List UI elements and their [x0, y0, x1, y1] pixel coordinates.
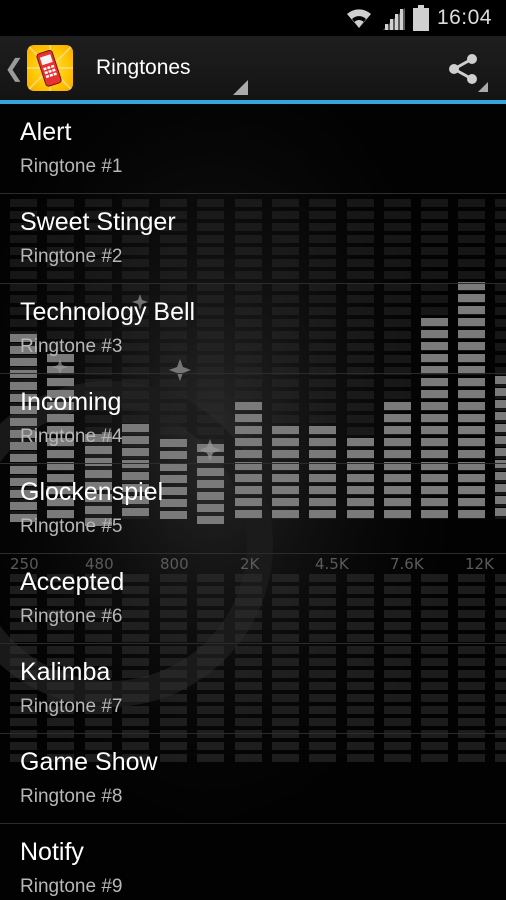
list-item[interactable]: Kalimba Ringtone #7: [0, 644, 506, 734]
phone-ringing-icon[interactable]: [27, 45, 73, 91]
spinner-indicator-icon[interactable]: [233, 80, 248, 95]
battery-icon: [412, 5, 429, 31]
ringtone-title: Game Show: [20, 748, 158, 776]
ringtone-subtitle: Ringtone #8: [20, 786, 123, 807]
list-item[interactable]: Sweet Stinger Ringtone #2: [0, 194, 506, 284]
ringtone-subtitle: Ringtone #4: [20, 426, 123, 447]
share-overflow-indicator-icon: [478, 82, 488, 92]
action-bar: ❮ Ringtones: [0, 36, 506, 100]
ringtone-subtitle: Ringtone #3: [20, 336, 123, 357]
list-item[interactable]: Technology Bell Ringtone #3: [0, 284, 506, 374]
list-item[interactable]: Game Show Ringtone #8: [0, 734, 506, 824]
page-title[interactable]: Ringtones: [96, 56, 191, 80]
status-time: 16:04: [436, 6, 492, 29]
ringtone-title: Notify: [20, 838, 84, 866]
ringtone-title: Sweet Stinger: [20, 208, 176, 236]
ringtone-subtitle: Ringtone #7: [20, 696, 123, 717]
ringtone-title: Technology Bell: [20, 298, 196, 326]
ringtone-subtitle: Ringtone #1: [20, 156, 123, 177]
ringtone-title: Incoming: [20, 388, 122, 416]
status-icons: 16:04: [345, 4, 492, 32]
list-item[interactable]: Incoming Ringtone #4: [0, 374, 506, 464]
ringtone-title: Kalimba: [20, 658, 111, 686]
ringtone-subtitle: Ringtone #5: [20, 516, 123, 537]
ringtone-title: Accepted: [20, 568, 125, 596]
ringtone-list: Alert Ringtone #1 Sweet Stinger Ringtone #2…: [0, 104, 506, 900]
list-item[interactable]: Glockenspiel Ringtone #5: [0, 464, 506, 554]
ringtone-title: Alert: [20, 118, 72, 146]
ringtone-list-container[interactable]: 250 480 800 2K 4.5K 7.6K 12K Alert Ringtone #1 S…: [0, 104, 506, 900]
up-navigation-icon[interactable]: ❮: [4, 54, 24, 83]
status-bar: 16:04: [0, 0, 506, 36]
list-item[interactable]: Notify Ringtone #9: [0, 824, 506, 900]
wifi-icon: [346, 9, 371, 28]
ringtone-subtitle: Ringtone #6: [20, 606, 123, 627]
share-icon[interactable]: [446, 51, 482, 87]
list-item[interactable]: Accepted Ringtone #6: [0, 554, 506, 644]
list-item[interactable]: Alert Ringtone #1: [0, 104, 506, 194]
ringtone-subtitle: Ringtone #2: [20, 246, 123, 267]
signal-icon: [382, 8, 405, 30]
ringtone-subtitle: Ringtone #9: [20, 876, 123, 897]
ringtone-title: Glockenspiel: [20, 478, 164, 506]
